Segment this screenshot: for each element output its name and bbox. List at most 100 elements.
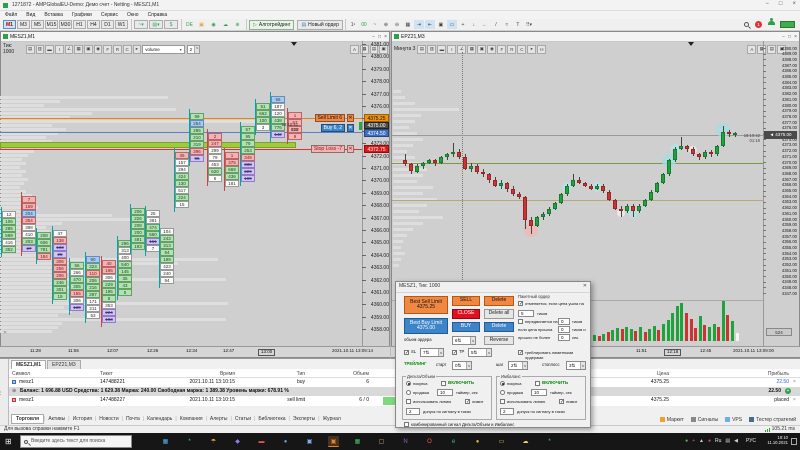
tab-Эксперты[interactable]: Эксперты xyxy=(290,416,318,422)
left-mini-button-8[interactable]: F xyxy=(103,44,113,54)
taskbar-app-icon-7[interactable]: ▣ xyxy=(328,436,339,447)
toolbar-right-icon-6[interactable]: ⇥ xyxy=(413,20,424,29)
toolbar-icon-0[interactable]: ~▾ xyxy=(134,20,148,29)
tf-button-W1[interactable]: W1 xyxy=(115,20,128,29)
toolbar-right-icon-11[interactable]: ↓ xyxy=(469,20,479,29)
indicator-select[interactable]: volume ▾ xyxy=(142,44,185,54)
toolbar-mid-icon-1[interactable]: ▣ xyxy=(196,20,207,29)
right-mini-button-4[interactable]: ∠ xyxy=(457,44,467,54)
tray-icon-0[interactable]: ● xyxy=(685,438,688,444)
tab-История[interactable]: История xyxy=(70,416,95,422)
right-window-controls[interactable]: − □ × xyxy=(782,34,797,40)
tab-Почта[interactable]: Почта xyxy=(123,416,143,422)
tf-button-H4[interactable]: H4 xyxy=(87,20,100,29)
use-line-checkbox[interactable] xyxy=(406,399,411,404)
toolbar-icon-2[interactable]: $ xyxy=(164,20,178,29)
taskbar-search[interactable]: Введите здесь текст для поиска xyxy=(20,435,132,448)
tool-Маркет[interactable]: Маркет xyxy=(659,417,684,423)
taskbar-app-icon-12[interactable]: e xyxy=(448,436,459,447)
sell-radio[interactable] xyxy=(406,390,411,395)
tray-icon-3[interactable]: ● xyxy=(708,438,711,444)
buy-button[interactable]: BUY xyxy=(452,322,480,332)
trailing-start-spin[interactable]: 0 ⇅ ⇅ xyxy=(452,361,472,370)
dialog-close-icon[interactable]: ✕ xyxy=(583,283,587,290)
tf-button-D1[interactable]: D1 xyxy=(101,20,114,29)
buy-radio[interactable] xyxy=(406,381,411,386)
tray-icon-5[interactable]: ▤ xyxy=(725,438,730,444)
tf-button-M3[interactable]: M3 xyxy=(17,20,30,29)
toolbar-right-icon-3[interactable]: ⊕ xyxy=(381,20,391,29)
tf-button-M1[interactable]: M1 xyxy=(3,20,16,29)
tab-Статьи[interactable]: Статьи xyxy=(232,416,254,422)
close-icon[interactable]: × xyxy=(792,1,796,7)
spin-arrows-icon[interactable]: ⇅ xyxy=(474,350,478,356)
right-mini-button-12[interactable]: H xyxy=(537,44,547,54)
tray-icon-6[interactable]: ◀ xyxy=(734,438,738,444)
delete-buy-button[interactable]: Delete xyxy=(484,322,514,332)
dialog-titlebar[interactable]: MESZ1, Тик: 1000 ✕ xyxy=(396,282,590,293)
right-mini-button-6[interactable]: ▣ xyxy=(477,44,487,54)
taskbar-app-icon-9[interactable]: ▢ xyxy=(376,436,387,447)
tray-icon-1[interactable]: + xyxy=(692,438,695,444)
toolbar-mid-icon-2[interactable]: ◉ xyxy=(208,20,219,29)
spin-arrows-icon[interactable]: ⇅ xyxy=(458,338,462,344)
tray-clock[interactable]: 18:10 11.10.2021 xyxy=(767,435,788,445)
right-mini-button-7[interactable]: ◉ xyxy=(487,44,497,54)
tool-Тестер стратегий[interactable]: Тестер стратегий xyxy=(749,417,796,423)
left-mini-button-0[interactable]: ▤ xyxy=(25,44,35,54)
tab-Журнал[interactable]: Журнал xyxy=(320,416,344,422)
tab-Алерты[interactable]: Алерты xyxy=(207,416,231,422)
menu-Окно[interactable]: Окно xyxy=(127,12,139,18)
packet-move-checkbox[interactable] xyxy=(518,319,523,324)
taskbar-app-icon-14[interactable]: ▭ xyxy=(496,436,507,447)
toolbar-right-icon-10[interactable]: + xyxy=(458,20,468,29)
left-mini-button-6[interactable]: ▣ xyxy=(84,44,93,54)
right-mini-button-10[interactable]: C xyxy=(517,44,527,54)
right-mini-button-8[interactable]: F xyxy=(497,44,507,54)
toolbar-mid-icon-3[interactable]: ☁ xyxy=(220,20,231,29)
taskbar-app-icon-16[interactable]: * xyxy=(544,436,555,447)
toolbar-right-icon-4[interactable]: ⊖ xyxy=(392,20,402,29)
right-mini-button-5[interactable]: ▦ xyxy=(467,44,477,54)
spin-arrows-icon[interactable]: ⇅ xyxy=(514,363,518,369)
tab-Торговля[interactable]: Торговля xyxy=(11,414,45,424)
sell-button[interactable]: SELL xyxy=(452,296,480,306)
right-window-titlebar[interactable]: EPZ21,M3 − □ × xyxy=(392,32,799,42)
tab-Календарь[interactable]: Календарь xyxy=(144,416,175,422)
minimize-icon[interactable]: − xyxy=(765,1,769,7)
column-header-Тип[interactable]: Тип xyxy=(235,371,305,377)
menu-Файл[interactable]: Файл xyxy=(5,12,17,18)
enable-checkbox[interactable] xyxy=(441,381,446,386)
best-buy-limit-button[interactable]: Best Buy Limit 4375.00 xyxy=(404,318,448,334)
close-position-button[interactable]: CLOSE xyxy=(452,309,480,319)
left-right-button-1[interactable]: ▦ xyxy=(359,44,369,54)
tolerance-spin[interactable]: 2 xyxy=(500,408,514,415)
toolbar-mid-icon-0[interactable]: DE xyxy=(184,20,195,29)
delete-all-button[interactable]: Delete all xyxy=(484,309,514,319)
menu-Графики[interactable]: Графики xyxy=(72,12,92,18)
taskbar-app-icon-6[interactable]: ▣ xyxy=(304,436,315,447)
tab-Библиотека[interactable]: Библиотека xyxy=(255,416,288,422)
toolbar-right-icon-7[interactable]: ⇤ xyxy=(424,20,435,29)
toolbar-icon-1[interactable]: ▤▾ xyxy=(149,20,163,29)
algo-trading-button[interactable]: ▷ Алготрейдинг xyxy=(249,19,295,30)
spin-arrows-icon[interactable]: ⇅ xyxy=(572,363,576,369)
right-mini-button-2[interactable]: ▬ xyxy=(437,44,447,54)
toolbar-right-icon-13[interactable]: / xyxy=(491,20,501,29)
tf-button-H1[interactable]: H1 xyxy=(73,20,86,29)
right-mini-button-3[interactable]: I xyxy=(447,44,457,54)
toolbox-strip[interactable]: Инструменты xyxy=(0,359,9,434)
new-order-button[interactable]: ▤ Новый ордер xyxy=(297,19,343,30)
toolbar-right-icon-5[interactable]: ▦ xyxy=(403,20,413,29)
toolbar-right-icon-15[interactable]: T xyxy=(513,20,523,29)
right-mini-button-9[interactable]: R xyxy=(507,44,517,54)
left-mini-button-10[interactable]: C xyxy=(122,44,132,54)
column-header-Прибыль[interactable]: Прибыль xyxy=(689,371,789,377)
maximize-icon[interactable]: □ xyxy=(779,1,783,7)
tolerance-spin[interactable]: 2 xyxy=(406,408,420,415)
column-header-Тикет[interactable]: Тикет xyxy=(100,371,170,377)
taskbar-app-icon-11[interactable]: O xyxy=(424,436,435,447)
limit-checkbox[interactable] xyxy=(559,399,564,405)
packet-passed-spin[interactable]: 0 xyxy=(558,326,570,333)
toolbar-right-icon-9[interactable]: ▭ xyxy=(446,20,457,29)
